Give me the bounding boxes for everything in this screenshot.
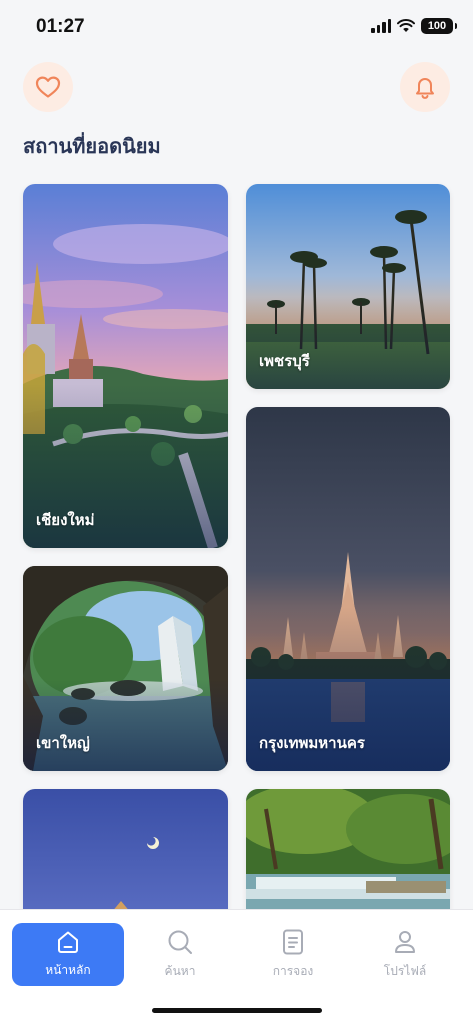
place-name: เขาใหญ่ <box>36 734 90 752</box>
status-time: 01:27 <box>36 16 85 37</box>
place-card-phetchaburi[interactable]: เพชรบุรี <box>246 184 450 389</box>
tab-search[interactable]: ค้นหา <box>124 923 236 986</box>
heart-icon <box>35 76 61 98</box>
place-card-chiangmai[interactable]: เชียงใหม่ <box>23 184 228 548</box>
search-icon <box>168 930 192 954</box>
bottom-tab-bar: หน้าหลัก ค้นหา การจอง โปรไฟล์ <box>0 909 473 1024</box>
status-icons: 100 <box>371 18 457 34</box>
home-icon <box>58 931 78 953</box>
tab-home[interactable]: หน้าหลัก <box>12 923 124 986</box>
place-name: กรุงเทพมหานคร <box>259 734 365 752</box>
favorites-button[interactable] <box>23 62 73 112</box>
tab-label: ค้นหา <box>164 964 196 978</box>
battery-indicator: 100 <box>421 18 457 34</box>
place-card-khaoyai[interactable]: เขาใหญ่ <box>23 566 228 771</box>
place-name: เพชรบุรี <box>259 352 310 370</box>
card-overlay <box>23 678 228 771</box>
notifications-button[interactable] <box>400 62 450 112</box>
section-title: สถานที่ยอดนิยม <box>23 134 161 158</box>
tab-label: การจอง <box>272 964 314 978</box>
place-name: เชียงใหม่ <box>36 511 95 529</box>
place-card-night-sky[interactable] <box>23 789 228 929</box>
night-sky-photo <box>23 789 228 929</box>
bell-icon <box>416 78 434 99</box>
status-bar: 01:27 100 <box>0 0 473 56</box>
card-overlay <box>246 296 450 389</box>
tab-booking[interactable]: การจอง <box>237 923 349 986</box>
booking-icon <box>283 929 303 955</box>
tab-profile[interactable]: โปรไฟล์ <box>349 923 461 986</box>
place-card-bangkok[interactable]: กรุงเทพมหานคร <box>246 407 450 771</box>
place-card-waterfall[interactable] <box>246 789 450 929</box>
home-indicator <box>152 1008 322 1013</box>
cellular-signal-icon <box>371 19 391 33</box>
tab-label: หน้าหลัก <box>45 963 91 977</box>
tab-label: โปรไฟล์ <box>383 964 427 978</box>
wifi-icon <box>397 19 415 32</box>
profile-icon <box>395 931 415 953</box>
waterfall-photo <box>246 789 450 929</box>
